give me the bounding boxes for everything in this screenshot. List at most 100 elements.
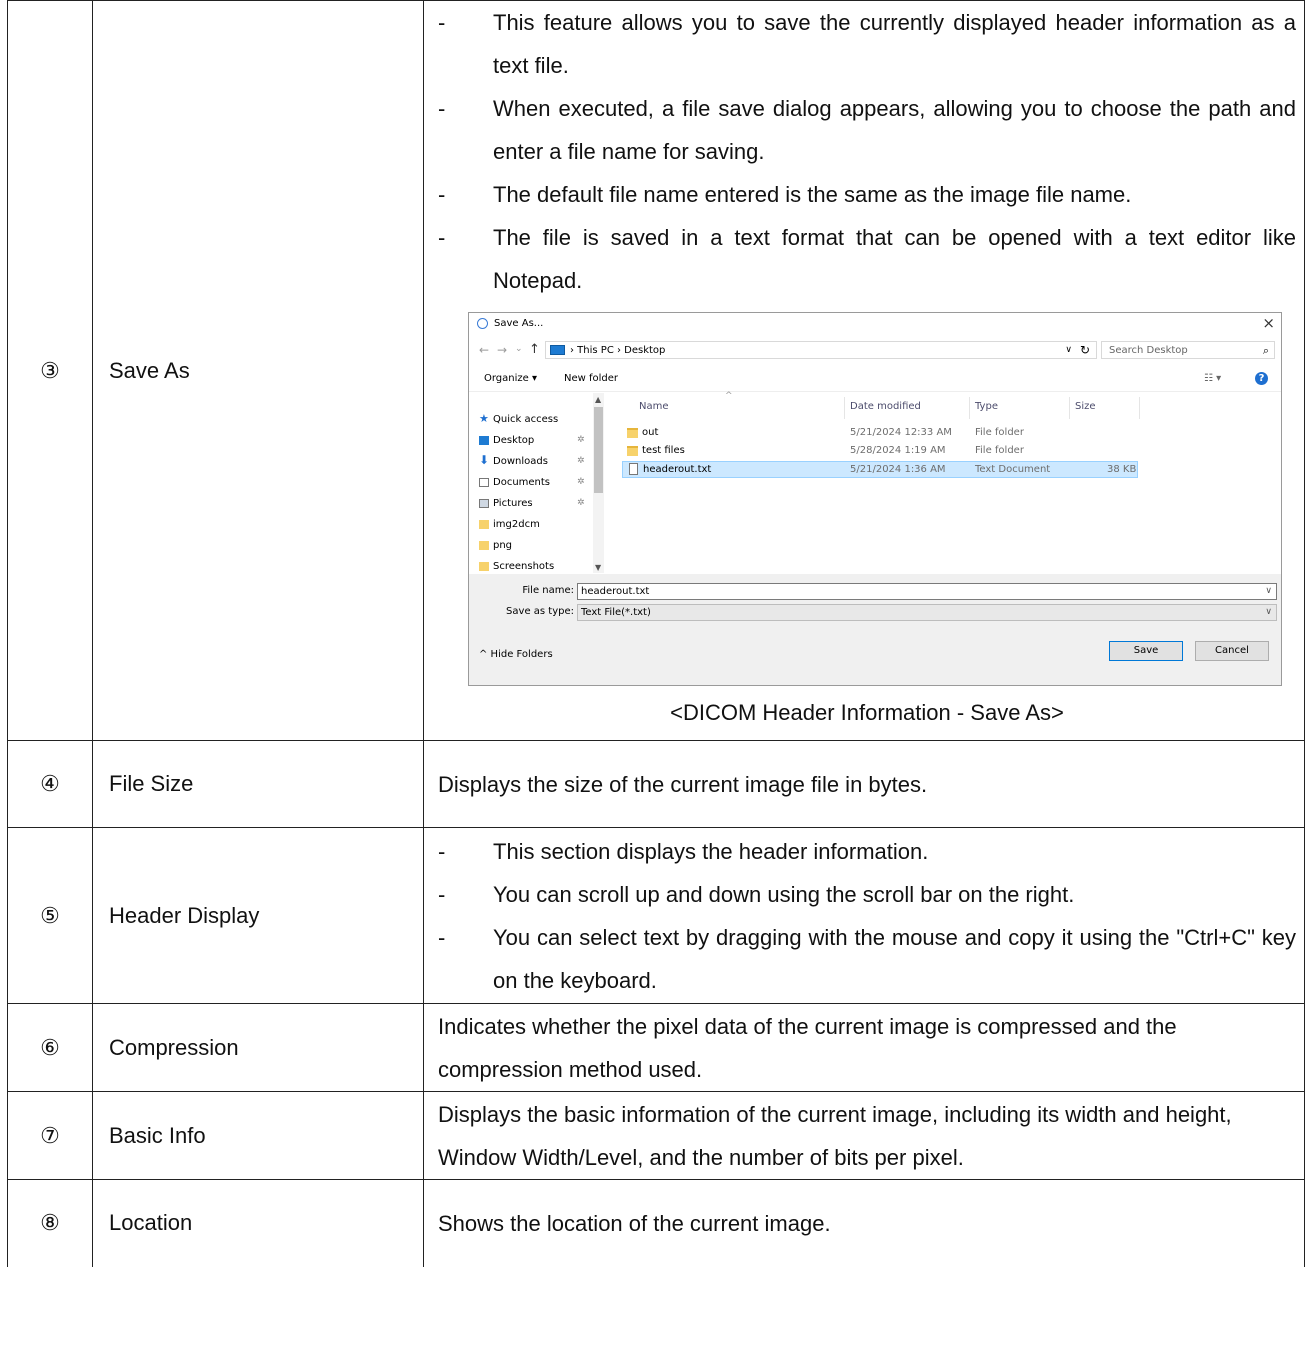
up-arrow-icon[interactable]: ↑ <box>529 342 540 357</box>
column-size[interactable]: Size <box>1075 401 1096 412</box>
bullet-dash: - <box>438 225 446 250</box>
folder-icon <box>479 520 489 529</box>
list-item: - This section displays the header inform… <box>438 830 1296 873</box>
dialog-title: Save As... <box>494 318 544 329</box>
pictures-icon <box>479 499 489 508</box>
folder-icon <box>479 562 489 571</box>
table-row: ④ File Size Displays the size of the cur… <box>7 740 1305 828</box>
chevron-down-icon[interactable]: ∨ <box>1265 586 1272 596</box>
row-number: ⑤ <box>7 827 93 1004</box>
file-row-headerout[interactable]: headerout.txt 5/21/2024 1:36 AM Text Doc… <box>622 461 1138 478</box>
feature-name: Save As <box>92 0 424 741</box>
table-row: ⑦ Basic Info Displays the basic informat… <box>7 1091 1305 1180</box>
sidebar-item-pictures[interactable]: Pictures ✲ <box>479 498 585 509</box>
pin-icon: ✲ <box>577 435 585 445</box>
feature-description: Indicates whether the pixel data of the … <box>423 1003 1305 1092</box>
feature-name: Compression <box>92 1003 424 1092</box>
sidebar-item-downloads[interactable]: ⬇ Downloads ✲ <box>479 453 585 467</box>
bullet-dash: - <box>438 182 446 207</box>
address-dropdown-icon[interactable]: ∨ <box>1065 345 1072 355</box>
sidebar-item-desktop[interactable]: Desktop ✲ <box>479 435 585 446</box>
this-pc-icon <box>550 345 565 355</box>
scrollbar-thumb[interactable] <box>594 407 603 493</box>
feature-description: Shows the location of the current image. <box>423 1179 1305 1267</box>
scroll-up-icon[interactable]: ▲ <box>595 395 601 404</box>
row-number: ③ <box>7 0 93 741</box>
search-icon[interactable]: ⌕ <box>1263 344 1269 358</box>
bullet-dash: - <box>438 838 446 864</box>
column-name[interactable]: Name <box>639 401 669 412</box>
recent-locations-chevron-icon[interactable]: ⌄ <box>515 344 523 354</box>
navigation-pane: ★ Quick access Desktop ✲ ⬇ Downloads ✲ Docum… <box>469 392 604 574</box>
dialog-bottom-panel: File name: headerout.txt ∨ Save as type:… <box>469 574 1281 685</box>
figure-caption: <DICOM Header Information - Save As> <box>670 700 1064 725</box>
feature-name: Basic Info <box>92 1091 424 1180</box>
feature-name: File Size <box>92 740 424 828</box>
folder-icon <box>627 446 638 456</box>
list-item: - You can select text by dragging with th… <box>438 916 1296 1002</box>
table-row: ⑥ Compression Indicates whether the pixe… <box>7 1003 1305 1092</box>
feature-name: Location <box>92 1179 424 1267</box>
scroll-down-icon[interactable]: ▼ <box>595 563 601 572</box>
sidebar-item-screenshots[interactable]: Screenshots <box>479 561 554 572</box>
organize-menu[interactable]: Organize ▾ <box>484 373 537 384</box>
bullet-dash: - <box>438 96 446 121</box>
feature-description: Displays the basic information of the cu… <box>423 1091 1305 1180</box>
row-number: ⑥ <box>7 1003 93 1092</box>
sidebar-item-documents[interactable]: Documents ✲ <box>479 477 585 488</box>
bullet-text: When executed, a file save dialog appear… <box>493 96 1296 164</box>
row-number: ⑧ <box>7 1179 93 1267</box>
bullet-text: This feature allows you to save the curr… <box>493 10 1296 78</box>
feature-description: - This section displays the header inform… <box>423 827 1305 1004</box>
pin-icon: ✲ <box>577 456 585 466</box>
save-button[interactable]: Save <box>1109 641 1183 661</box>
feature-name: Header Display <box>92 827 424 1004</box>
folder-icon <box>627 428 638 438</box>
desktop-icon <box>479 436 489 445</box>
sidebar-item-img2dcm[interactable]: img2dcm <box>479 519 540 530</box>
list-item: - You can scroll up and down using the sc… <box>438 873 1296 916</box>
sidebar-item-png[interactable]: png <box>479 540 512 551</box>
feature-description: Displays the size of the current image f… <box>423 740 1305 828</box>
text-document-icon <box>629 463 638 475</box>
list-item: - The file is saved in a text format that… <box>438 216 1296 302</box>
file-name-label: File name: <box>522 585 574 596</box>
refresh-icon[interactable]: ↻ <box>1080 343 1090 357</box>
feature-table: ③ Save As - This feature allows you to sa… <box>7 0 1305 1267</box>
save-as-dialog-screenshot: Save As... × ← → ⌄ ↑ › This PC › Desktop… <box>468 312 1282 686</box>
sidebar-item-quick-access[interactable]: ★ Quick access <box>479 412 558 425</box>
pin-icon: ✲ <box>577 477 585 487</box>
help-icon[interactable]: ? <box>1255 372 1268 385</box>
list-item: - The default file name entered is the sa… <box>438 173 1296 216</box>
hide-folders-toggle[interactable]: ^ Hide Folders <box>479 649 553 660</box>
dialog-titlebar: Save As... × <box>469 313 1281 335</box>
bullet-text: You can select text by dragging with the… <box>493 924 1296 993</box>
feature-description: - This feature allows you to save the cur… <box>423 0 1305 741</box>
back-arrow-icon[interactable]: ← <box>479 343 489 357</box>
close-icon[interactable]: × <box>1262 314 1275 332</box>
address-bar[interactable]: › This PC › Desktop ∨ ↻ <box>545 341 1097 359</box>
cancel-button[interactable]: Cancel <box>1195 641 1269 661</box>
column-date-modified[interactable]: Date modified <box>850 401 921 412</box>
list-item: - This feature allows you to save the cur… <box>438 1 1296 87</box>
save-as-type-label: Save as type: <box>506 606 574 617</box>
search-input[interactable]: Search Desktop ⌕ <box>1101 341 1275 359</box>
list-item: - When executed, a file save dialog appea… <box>438 87 1296 173</box>
table-row: ⑧ Location Shows the location of the cur… <box>7 1179 1305 1267</box>
file-name-field[interactable]: headerout.txt ∨ <box>577 583 1277 600</box>
forward-arrow-icon[interactable]: → <box>497 343 507 357</box>
row-number: ⑦ <box>7 1091 93 1180</box>
file-row-out[interactable]: out 5/21/2024 12:33 AM File folder <box>622 425 1138 442</box>
new-folder-button[interactable]: New folder <box>564 373 618 384</box>
table-row: ⑤ Header Display - This section displays … <box>7 827 1305 1004</box>
chevron-down-icon[interactable]: ∨ <box>1265 607 1272 617</box>
search-placeholder: Search Desktop <box>1109 345 1188 356</box>
file-list-header: Name Date modified Type Size <box>619 397 1140 419</box>
view-options-icon[interactable]: ☷ ▾ <box>1204 373 1221 384</box>
file-row-test-files[interactable]: test files 5/28/2024 1:19 AM File folder <box>622 443 1138 460</box>
column-type[interactable]: Type <box>975 401 998 412</box>
folder-icon <box>479 541 489 550</box>
documents-icon <box>479 478 489 487</box>
save-as-type-select[interactable]: Text File(*.txt) ∨ <box>577 604 1277 621</box>
row-number: ④ <box>7 740 93 828</box>
